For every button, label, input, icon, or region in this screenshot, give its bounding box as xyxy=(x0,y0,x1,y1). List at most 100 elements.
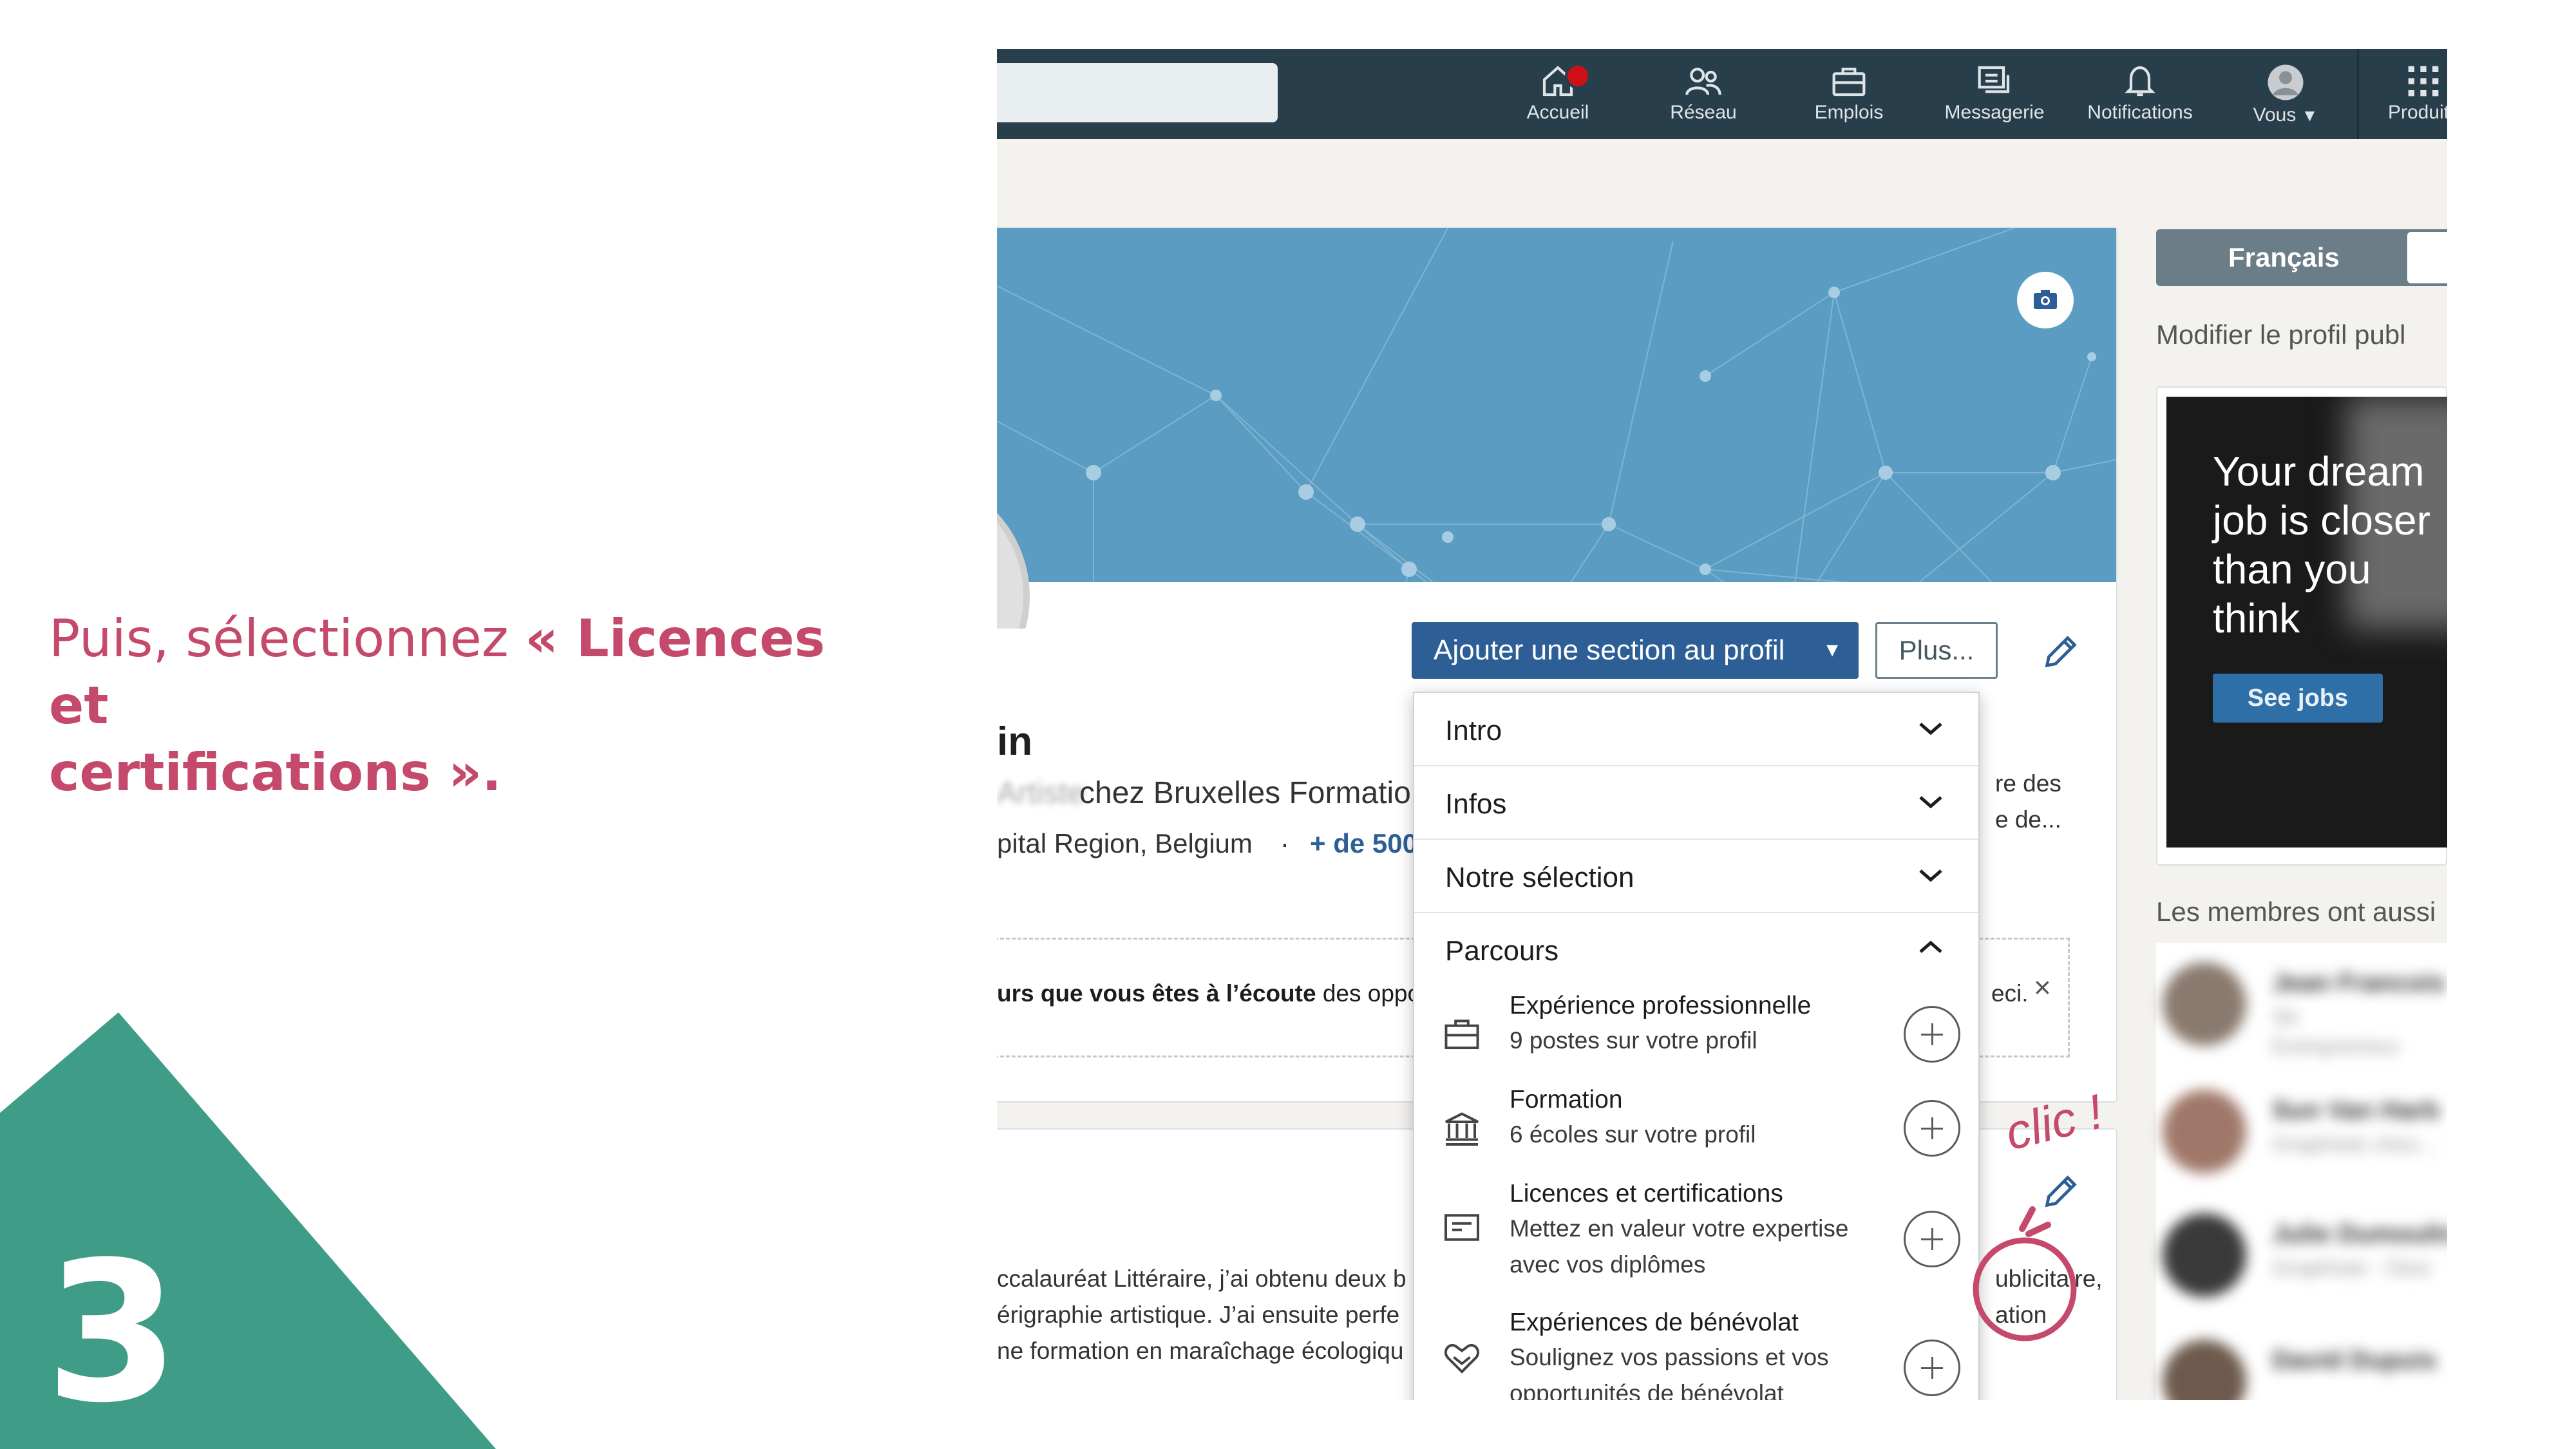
menu-section-label: Notre sélection xyxy=(1445,862,1634,893)
step-number: 3 xyxy=(45,1220,180,1445)
menu-item-licenses-certifications[interactable]: Licences et certifications Mettez en val… xyxy=(1414,1175,1978,1303)
ad-text: Your dream job is closer than you think xyxy=(2213,448,2430,641)
instruction-text: Puis, sélectionnez « Licences et certific… xyxy=(49,605,873,806)
member-subtitle: Se xyxy=(2272,1005,2299,1029)
avatar xyxy=(2268,64,2304,100)
chevron-down-icon xyxy=(1919,869,1942,882)
add-profile-section-button[interactable]: Ajouter une section au profil ▼ xyxy=(1412,622,1859,679)
profile-right-fragment-1: re des xyxy=(1995,770,2061,797)
add-section-dropdown: Intro Infos Notre sélection Parcours Exp… xyxy=(1413,692,1980,1400)
profile-location: pital Region, Belgium xyxy=(997,828,1253,858)
notification-badge xyxy=(1565,63,1591,89)
certificate-icon xyxy=(1444,1214,1479,1241)
nav-notifications[interactable]: Notifications xyxy=(2085,58,2195,133)
member-avatar xyxy=(2163,1090,2246,1173)
nav-network[interactable]: Réseau xyxy=(1649,58,1758,133)
member-name: Julie Dumoulin xyxy=(2272,1220,2447,1248)
language-label: Français xyxy=(2228,242,2340,272)
instruction-open-quote: « xyxy=(525,609,576,668)
add-profile-section-label: Ajouter une section au profil xyxy=(1434,634,1785,666)
network-icon xyxy=(1685,68,1721,95)
menu-item-subtitle: 6 écoles sur votre profil xyxy=(1510,1121,1756,1148)
pencil-icon[interactable] xyxy=(2040,631,2081,672)
member-subtitle: Graphiste - Desi xyxy=(2272,1256,2430,1280)
member-name: Jean Francois xyxy=(2272,969,2446,997)
nav-me-label: Vous ▼ xyxy=(2253,104,2318,126)
open-to-work-end: eci. xyxy=(1991,980,2029,1007)
nav-home-label: Accueil xyxy=(1526,102,1589,123)
menu-item-education[interactable]: Formation 6 écoles sur votre profil xyxy=(1414,1081,1978,1175)
profile-right-fragment-2: e de... xyxy=(1995,806,2061,833)
add-license-button[interactable] xyxy=(1904,1211,1960,1267)
messaging-icon xyxy=(1978,66,2010,93)
menu-item-title: Licences et certifications xyxy=(1510,1180,1783,1208)
member-subtitle: Graphiste chez... xyxy=(2272,1132,2438,1157)
edit-public-profile-link[interactable]: Modifier le profil publ xyxy=(2156,319,2406,350)
menu-item-subtitle: Soulignez vos passions et vos xyxy=(1510,1344,1829,1370)
menu-item-subtitle: opportunités de bénévolat xyxy=(1510,1380,1784,1400)
menu-item-volunteering[interactable]: Expériences de bénévolat Soulignez vos p… xyxy=(1414,1303,1978,1400)
linkedin-screenshot: Accueil Réseau Emplois Messagerie Notifi… xyxy=(997,49,2447,1400)
add-experience-button[interactable] xyxy=(1904,1006,1960,1063)
member-name: David Dupuis xyxy=(2272,1346,2437,1374)
nav-me[interactable]: Vous ▼ xyxy=(2231,58,2340,133)
menu-item-experience[interactable]: Expérience professionnelle 9 postes sur … xyxy=(1414,987,1978,1081)
member-avatar xyxy=(2163,1340,2246,1400)
heart-hands-icon xyxy=(1444,1343,1480,1374)
nav-notifications-label: Notifications xyxy=(2087,102,2193,123)
close-icon[interactable]: × xyxy=(2034,970,2051,1005)
profile-headline-blurred: Artiste xyxy=(997,776,1085,810)
nav-products[interactable]: Produits xyxy=(2369,58,2447,133)
caret-down-icon: ▼ xyxy=(1823,639,1842,661)
about-text: ccalauréat Littéraire, j’ai obtenu deux … xyxy=(997,1265,1406,1364)
instruction-prefix: Puis, sélectionnez xyxy=(49,609,526,668)
profile-banner xyxy=(997,228,2116,582)
menu-section-selection[interactable]: Notre sélection xyxy=(1414,840,1978,913)
menu-item-title: Expériences de bénévolat xyxy=(1510,1309,1799,1336)
member-name: Sun Van Harb xyxy=(2272,1096,2440,1124)
ad-card[interactable]: Your dream job is closer than you think See… xyxy=(2156,386,2447,866)
menu-item-subtitle: Mettez en valeur votre expertise xyxy=(1510,1215,1849,1242)
nav-jobs-label: Emplois xyxy=(1814,102,1884,123)
briefcase-icon xyxy=(1832,68,1866,97)
connections-link[interactable]: + de 500 xyxy=(1310,828,1417,859)
add-volunteering-button[interactable] xyxy=(1904,1340,1960,1396)
profile-photo xyxy=(997,513,1030,629)
menu-section-intro[interactable]: Intro xyxy=(1414,693,1978,766)
briefcase-icon xyxy=(1444,1019,1479,1050)
location-separator: · xyxy=(1280,828,1289,858)
menu-section-label: Parcours xyxy=(1445,935,1559,967)
profile-name: in xyxy=(997,719,1033,764)
profile-headline: chez Bruxelles Formatio xyxy=(1079,776,1411,810)
menu-section-parcours[interactable]: Parcours xyxy=(1414,913,1978,987)
chevron-down-icon xyxy=(1919,723,1942,735)
member-avatar xyxy=(2163,1213,2246,1297)
ad-image: Your dream job is closer than you think See… xyxy=(2166,397,2447,848)
nav-products-label: Produits xyxy=(2387,102,2447,123)
language-tab-other[interactable] xyxy=(2407,232,2447,283)
camera-icon xyxy=(2034,290,2057,309)
more-button[interactable]: Plus... xyxy=(1875,622,1998,679)
nav-network-label: Réseau xyxy=(1670,102,1737,123)
bell-icon xyxy=(2125,66,2155,97)
see-jobs-button[interactable]: See jobs xyxy=(2213,674,2383,723)
chevron-down-icon xyxy=(1919,796,1942,809)
grid-icon xyxy=(2408,66,2439,97)
nav-messaging-label: Messagerie xyxy=(1944,102,2045,123)
search-input[interactable] xyxy=(997,63,1278,122)
nav-messaging[interactable]: Messagerie xyxy=(1940,58,2049,133)
nav-divider xyxy=(2357,49,2359,139)
network-pattern xyxy=(997,228,2116,582)
menu-item-subtitle: 9 postes sur votre profil xyxy=(1510,1027,1757,1054)
menu-section-label: Infos xyxy=(1445,788,1507,820)
language-tab-active[interactable]: Français xyxy=(2156,229,2447,286)
instruction-close-quote: ». xyxy=(430,743,502,802)
nav-home[interactable]: Accueil xyxy=(1503,58,1613,133)
edit-banner-button[interactable] xyxy=(2017,272,2074,328)
school-icon xyxy=(1445,1112,1479,1146)
menu-section-infos[interactable]: Infos xyxy=(1414,766,1978,840)
add-education-button[interactable] xyxy=(1904,1100,1960,1157)
nav-jobs[interactable]: Emplois xyxy=(1794,58,1904,133)
members-heading: Les membres ont aussi xyxy=(2156,896,2436,927)
menu-section-label: Intro xyxy=(1445,715,1502,746)
